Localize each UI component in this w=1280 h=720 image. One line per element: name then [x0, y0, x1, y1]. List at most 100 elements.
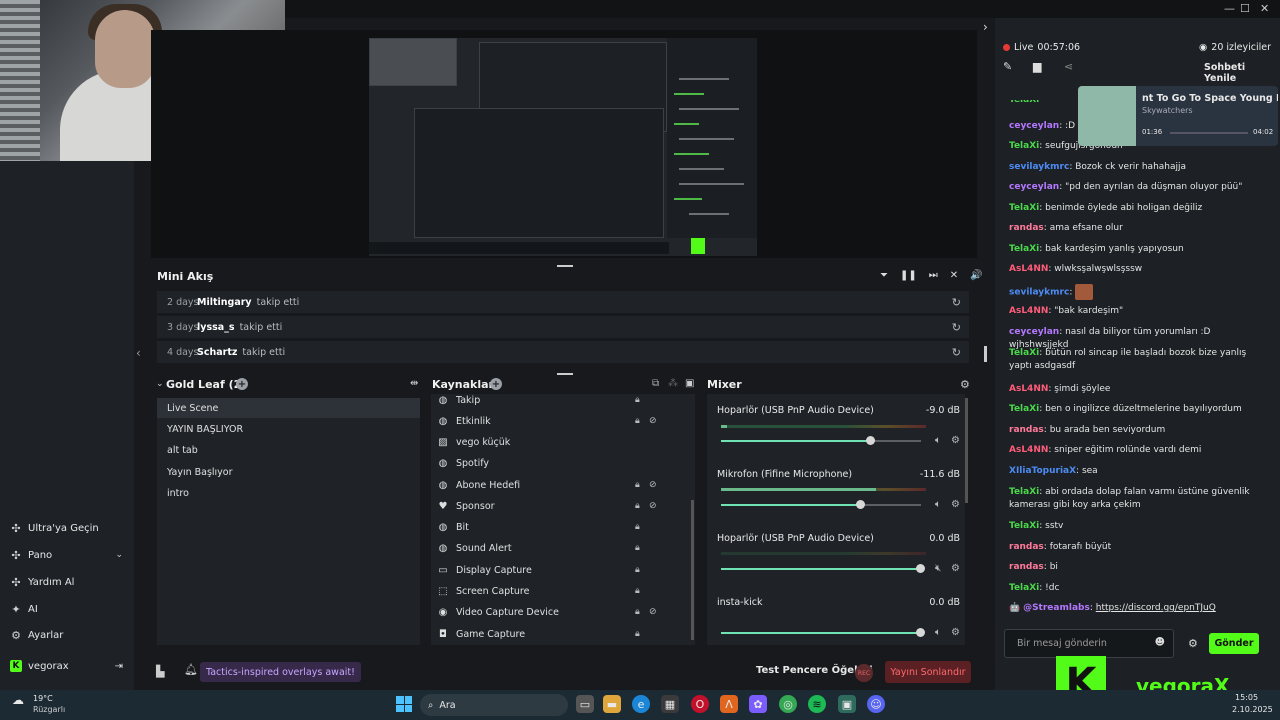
- windows-start-icon[interactable]: [396, 696, 412, 712]
- scene-item[interactable]: Yayın Başlıyor: [157, 462, 420, 482]
- chat-username[interactable]: sevilaykmrc: [1009, 288, 1069, 298]
- chat-username[interactable]: TelaXi: [1009, 244, 1039, 254]
- group-icon[interactable]: ⁂: [668, 378, 678, 389]
- replay-icon[interactable]: ↻: [952, 296, 961, 309]
- source-item[interactable]: ▨ vego küçük: [433, 432, 695, 452]
- gear-icon[interactable]: ⚙: [951, 563, 960, 574]
- discord-icon[interactable]: ☺: [867, 695, 885, 713]
- app-icon[interactable]: Λ: [720, 695, 738, 713]
- chat-username[interactable]: TelaXi: [1009, 521, 1039, 531]
- send-button[interactable]: Gönder: [1209, 633, 1259, 654]
- scene-item[interactable]: Live Scene: [157, 398, 420, 418]
- source-item[interactable]: ◍ Takip 🔒︎: [433, 390, 695, 410]
- source-item[interactable]: ◍ Spotify: [433, 453, 695, 473]
- source-item[interactable]: ◍ Abone Hedefi 🔒︎ ⊘: [433, 475, 695, 495]
- opera-icon[interactable]: O: [691, 695, 709, 713]
- folder-icon[interactable]: ▣: [685, 378, 694, 389]
- pause-icon[interactable]: ❚❚: [900, 270, 917, 281]
- add-source-icon[interactable]: +: [490, 378, 502, 390]
- emoji-icon[interactable]: ☻: [1155, 637, 1165, 648]
- gear-icon[interactable]: ⚙: [951, 499, 960, 510]
- eye-off-icon[interactable]: ⊘: [649, 607, 657, 617]
- lock-icon[interactable]: 🔒︎: [635, 522, 640, 532]
- expand-left-icon[interactable]: ‹: [136, 346, 141, 360]
- sources-scrollbar[interactable]: [691, 500, 694, 640]
- streamlabs-icon[interactable]: ▣: [838, 695, 856, 713]
- sidebar-user[interactable]: K vegorax ⇥: [10, 660, 125, 672]
- notification-bell-icon[interactable]: 🔔︎: [184, 663, 198, 676]
- source-item[interactable]: ◍ Sound Alert 🔒︎: [433, 538, 695, 558]
- chat-link[interactable]: https://discord.gg/epnTJuQ: [1096, 603, 1216, 613]
- chevron-down-icon[interactable]: ⌄: [156, 379, 164, 389]
- minimize-icon[interactable]: —: [1224, 2, 1235, 15]
- end-stream-button[interactable]: Yayını Sonlandır: [885, 661, 971, 683]
- stream-preview[interactable]: [151, 30, 977, 258]
- chat-username[interactable]: TelaXi: [1009, 404, 1039, 414]
- chat-username[interactable]: randas: [1009, 425, 1044, 435]
- volume-icon[interactable]: 🔈︎: [935, 499, 941, 510]
- close-icon[interactable]: ✕: [1260, 2, 1269, 15]
- lock-icon[interactable]: 🔒︎: [635, 543, 640, 553]
- skip-icon[interactable]: ⏭: [929, 270, 938, 281]
- gear-icon[interactable]: ⚙: [951, 627, 960, 638]
- sidebar-item-yardim[interactable]: ✣ Yardım Al: [10, 576, 125, 589]
- volume-muted-icon[interactable]: 🔇︎: [935, 563, 941, 574]
- gear-icon[interactable]: ⚙: [960, 378, 970, 391]
- scene-item[interactable]: alt tab: [157, 440, 420, 460]
- chat-username[interactable]: AsL4NN: [1009, 384, 1048, 394]
- chat-username[interactable]: TelaXi: [1009, 583, 1039, 593]
- volume-icon[interactable]: 🔈︎: [935, 627, 941, 638]
- resize-handle[interactable]: [557, 265, 573, 267]
- replay-icon[interactable]: ↻: [952, 321, 961, 334]
- chat-username[interactable]: TelaXi: [1009, 141, 1039, 151]
- chat-input[interactable]: Bir mesaj gönderin ☻: [1004, 629, 1174, 658]
- refresh-chat-button[interactable]: Sohbeti Yenile: [1204, 62, 1280, 84]
- filter-icon[interactable]: ⏷: [880, 270, 888, 281]
- camera-icon[interactable]: ▆: [1033, 60, 1041, 73]
- chat-username[interactable]: TelaXi: [1009, 203, 1039, 213]
- volume-slider[interactable]: [721, 436, 921, 445]
- volume-icon[interactable]: 🔊: [970, 270, 982, 281]
- sidebar-item-ultra[interactable]: ✣ Ultra'ya Geçin: [10, 522, 125, 535]
- chat-username[interactable]: ceyceylan: [1009, 327, 1059, 337]
- volume-slider[interactable]: [721, 500, 921, 509]
- chat-username[interactable]: TelaXi: [1009, 487, 1039, 497]
- replay-icon[interactable]: ↻: [952, 346, 961, 359]
- sidebar-item-ai[interactable]: ✦ AI: [10, 603, 125, 616]
- chat-username[interactable]: XIliaTopuriaX: [1009, 466, 1076, 476]
- source-item[interactable]: ◍ Bit 🔒︎: [433, 517, 695, 537]
- source-item[interactable]: ◘ Game Capture 🔒︎: [433, 624, 695, 644]
- gear-icon[interactable]: ⚙: [951, 435, 960, 446]
- lock-icon[interactable]: 🔒︎: [635, 629, 640, 639]
- scene-item[interactable]: intro: [157, 483, 420, 503]
- chat-username[interactable]: AsL4NN: [1009, 445, 1048, 455]
- lock-icon[interactable]: 🔒︎: [635, 586, 640, 596]
- lock-icon[interactable]: 🔒︎: [635, 480, 640, 490]
- source-item[interactable]: ♥ Sponsor 🔒︎ ⊘: [433, 496, 695, 516]
- sidebar-item-pano[interactable]: ✣ Pano ⌄: [10, 549, 125, 562]
- source-item[interactable]: ▭ Display Capture 🔒︎: [433, 560, 695, 580]
- source-item[interactable]: ◉ Video Capture Device 🔒︎ ⊘: [433, 602, 695, 622]
- store-icon[interactable]: ▦: [661, 695, 679, 713]
- chat-username[interactable]: ceyceylan: [1009, 182, 1059, 192]
- mixer-scrollbar[interactable]: [965, 398, 968, 503]
- volume-icon[interactable]: 🔈︎: [935, 435, 941, 446]
- chat-username[interactable]: ceyceylan: [1009, 121, 1059, 131]
- scene-transition-icon[interactable]: ⇹: [410, 378, 418, 389]
- eye-off-icon[interactable]: ⊘: [649, 480, 657, 490]
- chat-username[interactable]: AsL4NN: [1009, 264, 1048, 274]
- taskbar-search[interactable]: ⌕ Ara: [420, 694, 568, 716]
- record-button[interactable]: REC: [855, 664, 873, 682]
- scene-item[interactable]: YAYIN BAŞLIYOR: [157, 419, 420, 439]
- logout-icon[interactable]: ⇥: [115, 661, 123, 672]
- lock-icon[interactable]: 🔒︎: [635, 395, 640, 405]
- gear-icon[interactable]: ⚙: [1188, 637, 1198, 650]
- lock-icon[interactable]: 🔒︎: [635, 501, 640, 511]
- volume-slider[interactable]: [721, 564, 925, 573]
- collapse-chat-icon[interactable]: ›: [983, 20, 988, 34]
- eye-off-icon[interactable]: ⊘: [649, 416, 657, 426]
- chrome-icon[interactable]: ◎: [779, 695, 797, 713]
- stats-icon[interactable]: ▙: [156, 665, 164, 678]
- resize-handle[interactable]: [557, 373, 573, 375]
- volume-slider[interactable]: [721, 628, 925, 637]
